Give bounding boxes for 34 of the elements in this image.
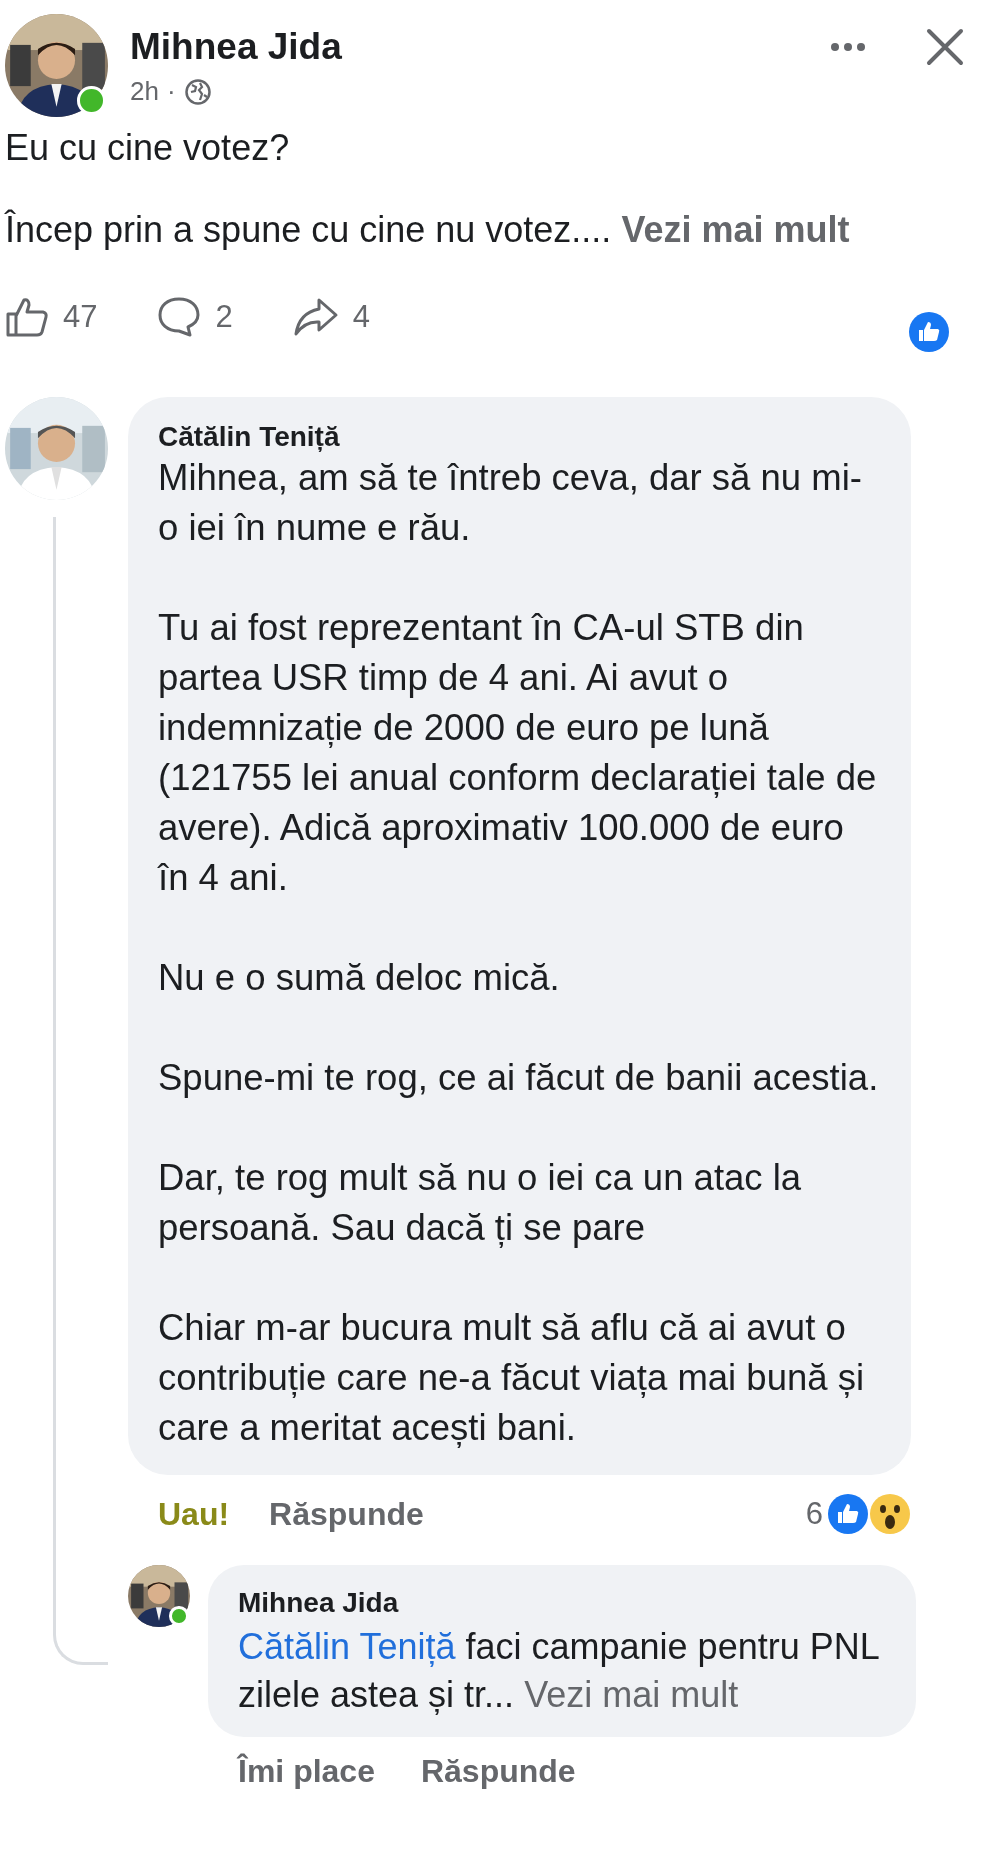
post-text: Încep prin a spune cu cine nu votez.... Vezi mai mult [5, 209, 851, 251]
share-count: 4 [352, 299, 370, 335]
reply-link[interactable]: Răspunde [269, 1495, 424, 1533]
commenter-name[interactable]: Mihnea Jida [238, 1587, 399, 1619]
reply-text: Cătălin Teniță faci campanie pentru PNL zilele astea și tr... Vezi mai mult [238, 1625, 880, 1717]
post-text: Eu cu cine votez? [5, 127, 291, 169]
reaction-count: 6 [805, 1496, 823, 1532]
like-badge-icon [908, 311, 950, 353]
more-icon[interactable] [830, 42, 866, 52]
comment-text: Nu e o sumă deloc mică. [158, 956, 561, 1000]
action-link[interactable]: Îmi place [238, 1753, 375, 1790]
share-icon[interactable] [292, 297, 339, 337]
see-more-link[interactable]: Vezi mai mult [524, 1674, 739, 1715]
comment-text: Spune-mi te rog, ce ai făcut de banii acestia. [158, 1056, 880, 1100]
comment-count: 2 [215, 299, 233, 335]
action-link[interactable]: Răspunde [420, 1753, 576, 1790]
author-name[interactable]: Mihnea Jida [130, 26, 342, 68]
post-time[interactable]: 2h [130, 76, 159, 107]
wow-emoji-icon [869, 1493, 911, 1535]
like-count: 47 [63, 299, 98, 335]
comment-text: Tu ai fost reprezentant în CA-ul STB din partea USR timp de 4 ani. Ai avut o indemnizație de 2000 de euro pe lună (121755 lei anual conform declarației tale de avere). Adică aproximativ 100.000 de euro în 4 ani. [158, 606, 878, 900]
mention-link[interactable]: Cătălin Teniță [238, 1626, 456, 1667]
globe-icon [183, 77, 212, 106]
comment-text: Mihnea, am să te întreb ceva, dar să nu mi-o iei în nume e rău. [158, 456, 863, 550]
like-icon[interactable] [5, 296, 49, 338]
commenter-name[interactable]: Cătălin Teniță [158, 421, 340, 453]
separator: · [166, 76, 176, 107]
comment-text: Dar, te rog mult să nu o iei ca un atac la persoană. Sau dacă ți se pare [158, 1156, 803, 1250]
like-badge-icon [827, 1493, 869, 1535]
see-more-link[interactable]: Vezi mai mult [621, 209, 850, 250]
reaction-link[interactable]: Uau! [158, 1495, 230, 1533]
close-icon[interactable] [926, 28, 964, 66]
comment-icon[interactable] [157, 296, 202, 338]
comment-text: Chiar m-ar bucura mult să aflu că ai avut o contribuție care ne-a făcut viața mai bună și care a meritat acești bani. [158, 1306, 866, 1450]
